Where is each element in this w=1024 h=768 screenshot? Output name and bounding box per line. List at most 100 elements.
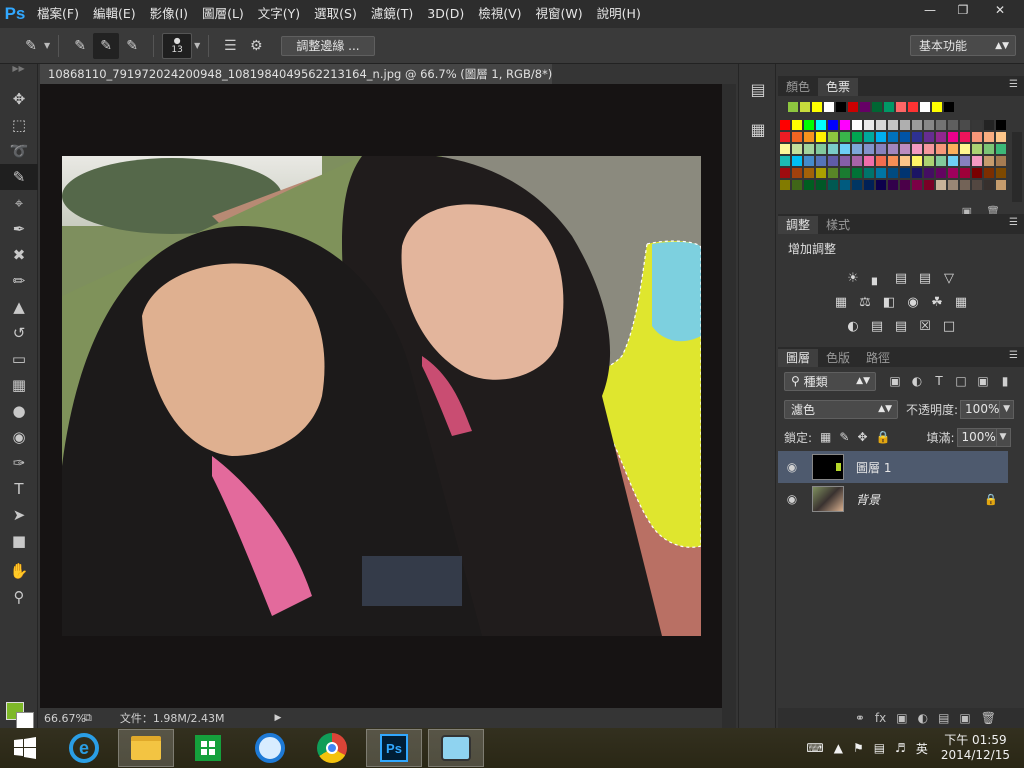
swatch[interactable] xyxy=(924,120,934,130)
swatch[interactable] xyxy=(984,168,994,178)
document-tab[interactable]: 10868110_791972024200948_108198404956221… xyxy=(40,64,552,84)
tab-channels[interactable]: 色版 xyxy=(818,349,858,367)
panel-menu-icon[interactable]: ☰ xyxy=(1009,79,1018,90)
gradient-tool-icon[interactable]: ▦ xyxy=(0,372,38,398)
hand-tool-icon[interactable]: ✋ xyxy=(0,558,38,584)
clock[interactable]: 下午 01:59 2014/12/15 xyxy=(941,733,1010,763)
swatch[interactable] xyxy=(864,180,874,190)
network-icon[interactable]: ▤ xyxy=(874,741,885,755)
opacity-input[interactable]: 100% xyxy=(960,399,1001,419)
swatch[interactable] xyxy=(780,168,790,178)
posterize-icon[interactable]: ▤ xyxy=(868,317,886,335)
brightness-icon[interactable]: ☀ xyxy=(844,269,862,287)
tab-adjustments[interactable]: 調整 xyxy=(778,216,819,234)
subtract-selection-icon[interactable]: ✎ xyxy=(119,33,145,59)
swatch[interactable] xyxy=(972,156,982,166)
swatch[interactable] xyxy=(816,120,826,130)
swatch[interactable] xyxy=(872,102,882,112)
crop-tool-icon[interactable]: ⌖ xyxy=(0,190,38,216)
swatch[interactable] xyxy=(888,156,898,166)
swatch[interactable] xyxy=(852,144,862,154)
filter-shape-icon[interactable]: □ xyxy=(952,372,970,390)
file-explorer-icon[interactable] xyxy=(118,729,174,767)
swatch[interactable] xyxy=(852,180,862,190)
swatch[interactable] xyxy=(900,180,910,190)
swatch[interactable] xyxy=(912,168,922,178)
swatch[interactable] xyxy=(840,156,850,166)
vertical-scrollbar[interactable] xyxy=(722,84,736,728)
swatch[interactable] xyxy=(888,144,898,154)
swatch[interactable] xyxy=(792,132,802,142)
swatch[interactable] xyxy=(936,120,946,130)
swatch[interactable] xyxy=(936,180,946,190)
blend-mode-select[interactable]: 濾色 ▲▼ xyxy=(784,399,898,419)
layer-row[interactable]: ◉ 圖層 1 xyxy=(778,451,1008,483)
swatch[interactable] xyxy=(900,132,910,142)
swatch[interactable] xyxy=(804,180,814,190)
swatch[interactable] xyxy=(996,120,1006,130)
share-icon[interactable]: ⧉ xyxy=(84,711,92,725)
swatch[interactable] xyxy=(828,156,838,166)
restore-button[interactable]: ❐ xyxy=(947,0,979,20)
zoom-level[interactable]: 66.67% xyxy=(40,712,86,725)
dodge-tool-icon[interactable]: ◉ xyxy=(0,424,38,450)
tab-swatches[interactable]: 色票 xyxy=(818,78,859,96)
swatch[interactable] xyxy=(888,132,898,142)
filter-toggle-icon[interactable]: ▮ xyxy=(996,372,1014,390)
menu-layer[interactable]: 圖層(L) xyxy=(195,0,251,28)
properties-panel-icon[interactable]: ▦ xyxy=(739,114,777,144)
eye-icon[interactable]: ◉ xyxy=(778,492,806,506)
swatch[interactable] xyxy=(936,156,946,166)
swatch[interactable] xyxy=(840,168,850,178)
threshold-icon[interactable]: ▤ xyxy=(892,317,910,335)
swatch[interactable] xyxy=(804,132,814,142)
swatch[interactable] xyxy=(972,120,982,130)
new-selection-icon[interactable]: ✎ xyxy=(67,33,93,59)
eyedropper-tool-icon[interactable]: ✒ xyxy=(0,216,38,242)
history-panel-icon[interactable]: ▤ xyxy=(739,74,777,104)
swatch[interactable] xyxy=(912,120,922,130)
shape-tool-icon[interactable]: ■ xyxy=(0,528,38,554)
zoom-tool-icon[interactable]: ⚲ xyxy=(0,584,38,610)
swatch[interactable] xyxy=(948,180,958,190)
swatch[interactable] xyxy=(896,102,906,112)
swatch[interactable] xyxy=(816,132,826,142)
swatch[interactable] xyxy=(852,132,862,142)
swatch[interactable] xyxy=(852,168,862,178)
swatch[interactable] xyxy=(876,120,886,130)
history-brush-tool-icon[interactable]: ↺ xyxy=(0,320,38,346)
swatch[interactable] xyxy=(924,180,934,190)
swatch[interactable] xyxy=(960,180,970,190)
blur-tool-icon[interactable]: ● xyxy=(0,398,38,424)
swatch[interactable] xyxy=(948,120,958,130)
lock-image-icon[interactable]: ✎ xyxy=(839,430,849,444)
close-button[interactable]: ✕ xyxy=(980,0,1020,20)
photo-filter-icon[interactable]: ◉ xyxy=(904,293,922,311)
swatch[interactable] xyxy=(848,102,858,112)
type-tool-icon[interactable]: T xyxy=(0,476,38,502)
swatch[interactable] xyxy=(840,120,850,130)
marquee-tool-icon[interactable]: ⬚ xyxy=(0,112,38,138)
swatch[interactable] xyxy=(876,144,886,154)
swatch[interactable] xyxy=(972,180,982,190)
gradient-map-icon[interactable]: □ xyxy=(940,317,958,335)
swatch[interactable] xyxy=(780,156,790,166)
filter-kind-select[interactable]: ⚲ 種類 ▲▼ xyxy=(784,371,876,391)
exposure-icon[interactable]: ▤ xyxy=(916,269,934,287)
swatch[interactable] xyxy=(824,102,834,112)
swatch[interactable] xyxy=(996,180,1006,190)
move-tool-icon[interactable]: ✥ xyxy=(0,86,38,112)
hue-sat-icon[interactable]: ▦ xyxy=(832,293,850,311)
brush-size-picker[interactable]: ● 13 xyxy=(162,32,193,59)
filter-pixel-icon[interactable]: ▣ xyxy=(886,372,904,390)
new-group-icon[interactable]: ▤ xyxy=(938,711,949,725)
stamp-tool-icon[interactable]: ▲ xyxy=(0,294,38,320)
panel-menu-icon[interactable]: ☰ xyxy=(1009,217,1018,228)
swatch[interactable] xyxy=(864,156,874,166)
swatch[interactable] xyxy=(804,144,814,154)
new-layer-icon[interactable]: ▣ xyxy=(959,711,970,725)
swatch[interactable] xyxy=(780,180,790,190)
preset-dropdown-icon[interactable]: ▼ xyxy=(44,41,50,50)
lock-transparent-icon[interactable]: ▦ xyxy=(820,430,831,444)
layer-name[interactable]: 圖層 1 xyxy=(856,459,891,476)
